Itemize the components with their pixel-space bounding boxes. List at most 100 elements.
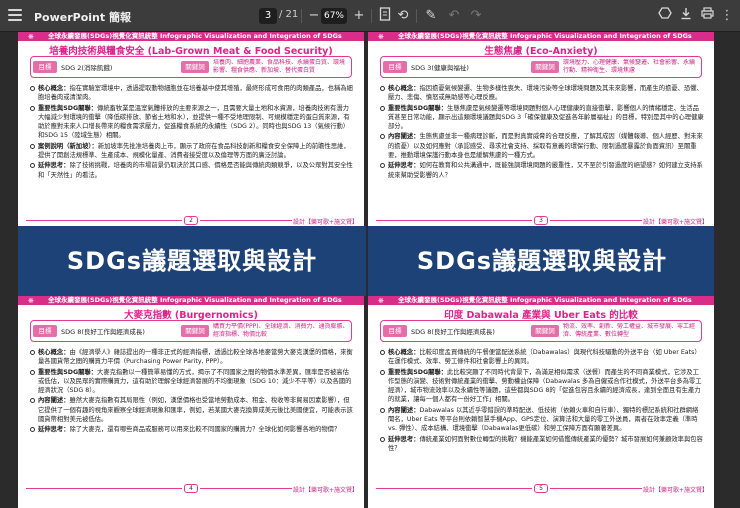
plus-icon[interactable]: +: [350, 7, 368, 25]
page-footer: 3 設計【樂可歌+施文賢】: [368, 216, 714, 226]
design-credit: 設計【樂可歌+施文賢】: [292, 219, 358, 226]
goal-box: 目標 SDG 8(良好工作與經濟成長) 關鍵詞 購買力平價(PPP)、全球經濟、…: [30, 320, 352, 342]
section-title: SDGs議題選取與設計: [416, 247, 668, 275]
design-credit: 設計【樂可歌+施文賢】: [642, 487, 708, 494]
bullet-icon: [380, 163, 385, 169]
sdg-logo-icon: ❋: [378, 33, 384, 41]
toolbar-divider: [416, 9, 417, 23]
toolbar-divider: [301, 9, 302, 23]
footer-line: [550, 220, 642, 221]
page-number-input[interactable]: 3: [259, 8, 277, 24]
page-header: ❋ 全球永續發展(SDGs)視覺化資訊統整 Infographic Visuali…: [18, 296, 364, 305]
list-item: 內容闡述：雖然大麥克指數有其局限性（例如，漢堡價格也受當地勞動成本、租金、稅收等…: [30, 396, 354, 424]
bullet-icon: [30, 143, 35, 149]
bullet-icon: [380, 436, 385, 442]
fit-page-icon[interactable]: [376, 7, 394, 25]
page-title: 印度 Dabawala 產業與 Uber Eats 的比較: [444, 310, 638, 321]
bullet-icon: [380, 350, 385, 355]
pdf-page-4: ❋ 全球永續發展(SDGs)視覺化資訊統整 Infographic Visuali…: [18, 296, 364, 508]
rotate-icon[interactable]: ⟲: [394, 7, 412, 25]
footer-line: [26, 220, 182, 221]
goal-label: 目標: [33, 325, 57, 337]
drive-icon[interactable]: [656, 7, 674, 25]
list-item: 重要性與SDG關聯：生態焦慮是氣候變遷等環境問題對個人心理健康的直接衝擊，影響個…: [380, 104, 704, 132]
section-title-band: SDGs議題選取與設計 SDGs議題選取與設計: [18, 226, 714, 296]
bullet-icon: [30, 369, 35, 375]
page-title: 生態焦慮 (Eco-Anxiety): [484, 46, 598, 57]
sdg-logo-icon: ❋: [28, 297, 34, 305]
design-credit: 設計【樂可歌+施文賢】: [642, 219, 708, 226]
page-count: / 21: [279, 9, 299, 20]
keywords-label: 關鍵詞: [531, 61, 559, 73]
goal-value: SDG 3(健康與福祉): [411, 64, 469, 72]
list-item: 案例說明（新加坡）：新加坡率先批准培養肉上市，顯示了政府在食品科技創新和糧食安全…: [30, 142, 354, 161]
footer-line: [26, 488, 182, 489]
page-title: 大麥克指數 (Burgernomics): [124, 310, 258, 321]
list-item: 核心概念：指因擔憂氣候變遷、生物多樣性喪失、環境污染等全球環境問題及其未來影響，…: [380, 84, 704, 103]
sdg-logo-icon: ❋: [28, 33, 34, 41]
content-list: 核心概念：指因擔憂氣候變遷、生物多樣性喪失、環境污染等全球環境問題及其未來影響，…: [380, 84, 704, 181]
content-list: 核心概念：指在實驗室環境中，透過提取動物細胞並在培養基中使其增殖，最終形成可食用…: [30, 84, 354, 181]
page-footer: 4 設計【樂可歌+施文賢】: [18, 484, 364, 494]
page-title: 培養肉技術與糧食安全 (Lab-Grown Meat & Food Securi…: [49, 46, 333, 57]
footer-line: [550, 488, 642, 489]
goal-label: 目標: [33, 61, 57, 73]
footer-line: [200, 220, 292, 221]
bullet-icon: [30, 86, 35, 91]
zoom-level[interactable]: 67%: [321, 8, 347, 24]
goal-label: 目標: [383, 61, 407, 73]
page-header: ❋ 全球永續發展(SDGs)視覺化資訊統整 Infographic Visuali…: [18, 32, 364, 41]
bullet-icon: [380, 369, 385, 375]
keywords-label: 關鍵詞: [181, 61, 209, 73]
bullet-icon: [30, 427, 35, 433]
list-item: 核心概念：比較印度孟買傳統的午餐便當配送系統（Dabawalas）與現代科技驅動…: [380, 348, 704, 367]
footer-line: [376, 220, 532, 221]
keywords-value: 物流、效率、創新、勞工權益、城市發展、零工經濟、傳統產業、數位轉型: [563, 323, 696, 338]
design-credit: 設計【樂可歌+施文賢】: [292, 487, 358, 494]
goal-value: SDG 8(良好工作與經濟成長): [61, 328, 145, 336]
bullet-icon: [380, 407, 385, 413]
download-icon[interactable]: [677, 7, 695, 25]
list-item: 延伸思考：除了大麥克，還有哪些商品或服務可以用來比較不同國家的購買力？全球化如何…: [30, 425, 354, 434]
list-item: 延伸思考：除了技術挑戰，培養肉的市場前景仍取決於其口感、價格是否能與傳統肉類競爭…: [30, 161, 354, 180]
page-number: 3: [534, 216, 548, 225]
sdg-logo-icon: ❋: [378, 297, 384, 305]
footer-line: [376, 488, 532, 489]
more-icon[interactable]: ⋮: [718, 7, 736, 25]
keywords-label: 關鍵詞: [531, 325, 559, 337]
list-item: 核心概念：由《經濟學人》雜誌提出的一種非正式的經濟指標，透過比較全球各地麥當勞大…: [30, 348, 354, 367]
bullet-icon: [380, 134, 385, 140]
document-viewer[interactable]: ❋ 全球永續發展(SDGs)視覺化資訊統整 Infographic Visuali…: [0, 32, 740, 508]
bullet-icon: [30, 105, 35, 111]
page-number: 4: [184, 484, 198, 493]
pdf-page-2: ❋ 全球永續發展(SDGs)視覺化資訊統整 Infographic Visuali…: [18, 32, 364, 226]
list-item: 重要性與SDG關聯：傳統畜牧業是溫室氣體排放的主要來源之一，且需要大量土地和水資…: [30, 104, 354, 141]
goal-box: 目標 SDG 8(良好工作與經濟成長) 關鍵詞 物流、效率、創新、勞工權益、城市…: [380, 320, 702, 342]
print-icon[interactable]: [698, 7, 716, 25]
keywords-value: 購買力平價(PPP)、全球經濟、消費力、通貨膨脹、經濟指標、物價比較: [213, 323, 349, 338]
pdf-page-5: ❋ 全球永續發展(SDGs)視覺化資訊統整 Infographic Visuali…: [368, 296, 714, 508]
goal-label: 目標: [383, 325, 407, 337]
content-list: 核心概念：由《經濟學人》雜誌提出的一種非正式的經濟指標，透過比較全球各地麥當勞大…: [30, 348, 354, 436]
document-title: PowerPoint 簡報: [34, 11, 131, 24]
bullet-icon: [30, 398, 35, 404]
annotate-icon[interactable]: ✎: [422, 7, 440, 25]
menu-icon[interactable]: [8, 9, 22, 21]
list-item: 延伸思考：如何在教育和公共溝通中，既能強調環境問題的嚴重性，又不至於引發過度的絕…: [380, 161, 704, 180]
list-item: 內容闡述：Dabawalas 以其近乎零錯誤的準時配送、低技術（依賴火車和自行車…: [380, 406, 704, 434]
undo-icon[interactable]: ↶: [445, 7, 463, 25]
content-list: 核心概念：比較印度孟買傳統的午餐便當配送系統（Dabawalas）與現代科技驅動…: [380, 348, 704, 454]
footer-line: [200, 488, 292, 489]
page-footer: 5 設計【樂可歌+施文賢】: [368, 484, 714, 494]
toolbar-divider: [371, 9, 372, 23]
section-title: SDGs議題選取與設計: [66, 247, 318, 275]
pdf-toolbar: PowerPoint 簡報 3 / 21 − 67% + ⟲ ✎ ↶ ↷ ⋮: [0, 0, 740, 32]
bullet-icon: [380, 86, 385, 91]
page-footer: 2 設計【樂可歌+施文賢】: [18, 216, 364, 226]
redo-icon[interactable]: ↷: [467, 7, 485, 25]
list-item: 延伸思考：傳統產業如何面對數位轉型的挑戰？機能產業如何借鑑傳統產業的優勢？城市發…: [380, 435, 704, 454]
goal-value: SDG 8(良好工作與經濟成長): [411, 328, 495, 336]
page-number: 2: [184, 216, 198, 225]
keywords-value: 培養肉、細胞農業、食品科技、永續蛋白質、環境影響、糧食供應、新加坡、替代蛋白質: [213, 59, 346, 74]
bullet-icon: [380, 105, 385, 111]
